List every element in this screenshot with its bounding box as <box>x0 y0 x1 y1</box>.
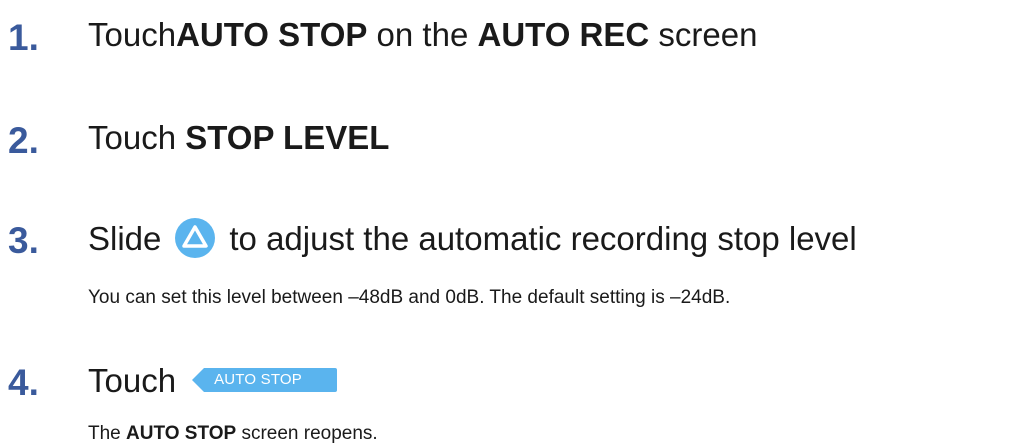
step-number: 2. <box>8 120 39 161</box>
auto-stop-label: AUTO STOP <box>126 423 237 444</box>
step-instruction: Slide to adjust the automatic recording … <box>88 216 857 260</box>
instruction-text: Touch <box>88 16 177 53</box>
auto-stop-label: AUTO STOP <box>176 16 368 53</box>
instruction-text: Slide <box>88 219 162 257</box>
slider-triangle-icon <box>175 218 216 258</box>
step-instruction: Touch STOP LEVEL <box>88 121 389 154</box>
instruction-text: Touch <box>88 119 186 156</box>
auto-stop-button-label: AUTO STOP <box>214 371 302 388</box>
instruction-text: to adjust the automatic recording stop l… <box>229 219 857 257</box>
instruction-text: screen <box>649 16 758 53</box>
step-note: You can set this level between –48dB and… <box>88 287 731 308</box>
instruction-text: Touch <box>88 361 177 399</box>
note-text: The <box>88 423 127 444</box>
step-instruction: Touch AUTO STOP <box>88 360 338 400</box>
step-number: 1. <box>8 17 39 58</box>
step-1: 1. Touch AUTO STOP on the AUTO REC scree… <box>0 14 1010 64</box>
instruction-text: on the <box>367 16 478 53</box>
step-instruction: Touch AUTO STOP on the AUTO REC screen <box>88 18 757 51</box>
step-number: 4. <box>8 362 39 403</box>
stop-level-label: STOP LEVEL <box>185 119 390 156</box>
step-number: 3. <box>8 220 39 261</box>
step-note: The AUTO STOP screen reopens. <box>88 424 378 443</box>
note-text: screen reopens. <box>236 423 378 444</box>
step-2: 2. Touch STOP LEVEL <box>0 116 1010 166</box>
auto-stop-back-button: AUTO STOP <box>190 366 338 394</box>
step-4: 4. Touch AUTO STOP The AUTO STOP screen … <box>0 356 1010 446</box>
step-3: 3. Slide to adjust the automatic recordi… <box>0 214 1010 314</box>
auto-rec-label: AUTO REC <box>477 16 650 53</box>
